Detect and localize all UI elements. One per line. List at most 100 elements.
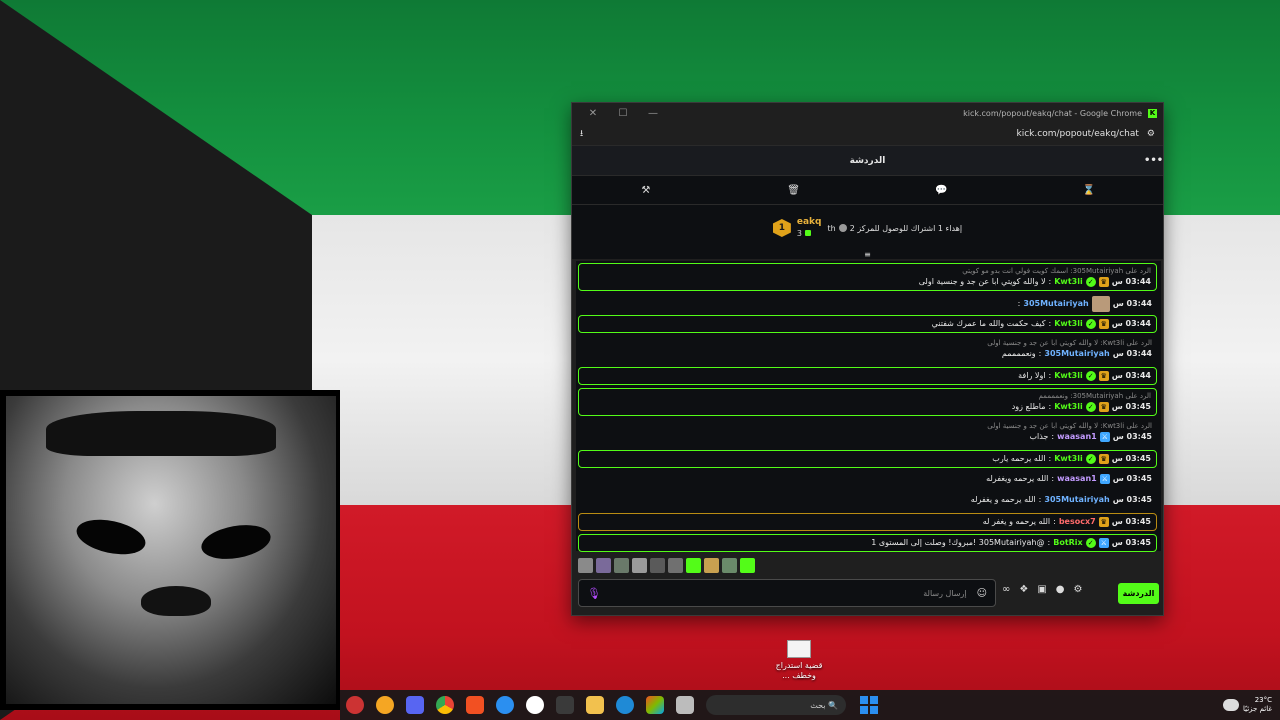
hp-icon[interactable]	[526, 696, 544, 714]
emote-image-icon	[1091, 296, 1110, 312]
emote-icon[interactable]	[596, 558, 611, 573]
mic-icon[interactable]: 🎙	[587, 587, 601, 600]
message-username[interactable]: Kwt3li	[1054, 318, 1082, 330]
chat-message[interactable]: 03:44 س ♛ ✓ Kwt3li: كيف حكمت والله ما عمرك ش…	[578, 315, 1157, 333]
app-icon-2[interactable]	[376, 696, 394, 714]
chat-message[interactable]: 03:45 س ♛ besocx7: الله يرحمه و يغفر له	[578, 513, 1157, 531]
goal-suffix: th	[827, 223, 836, 233]
message-text: الله يرحمه و يغفر له	[982, 517, 1051, 526]
message-text: ونعممممم	[1001, 349, 1036, 358]
taskbar-search[interactable]: 🔍 بحث	[706, 695, 846, 715]
file-label-line2: ... وخطف	[782, 671, 816, 680]
message-username[interactable]: Kwt3li	[1054, 453, 1082, 465]
copilot-icon[interactable]	[646, 696, 664, 714]
chat-message[interactable]: 03:45 س ♛ ✓ Kwt3li: الله يرحمه يارب	[578, 450, 1157, 468]
reply-preview[interactable]: الرد على 305Mutairiyah: ونعممممم	[584, 391, 1152, 401]
minimize-icon[interactable]: —	[638, 108, 668, 119]
chat-message[interactable]: الرد على 305Mutairiyah: ونعممممم 03:45 س ♛…	[578, 388, 1157, 416]
store-app-icon[interactable]	[556, 696, 574, 714]
reply-preview[interactable]: الرد على Kwt3li: لا والله كويتي ابا عن ج…	[583, 338, 1152, 348]
pinned-gift-goal[interactable]: 1 eakq 3 إهداء 1 اشتراك للوصول للمركز 2 …	[572, 205, 1163, 251]
chat-icon[interactable]: ●	[1056, 584, 1065, 595]
app-icon-1[interactable]	[346, 696, 364, 714]
chat-bubble-icon[interactable]: 💬	[868, 185, 1016, 196]
edge-icon[interactable]	[616, 696, 634, 714]
emote-icon[interactable]	[740, 558, 755, 573]
message-time: 03:44 س	[1112, 349, 1152, 358]
message-username[interactable]: BotRix	[1053, 537, 1082, 549]
message-username[interactable]: waasan1	[1057, 473, 1097, 485]
ellipsis-icon[interactable]: •••	[1144, 155, 1163, 166]
emote-icon[interactable]	[686, 558, 701, 573]
app-icon-5[interactable]	[466, 696, 484, 714]
message-text: الله يرحمه و يغفرله	[970, 495, 1036, 504]
maximize-icon[interactable]: ☐	[608, 108, 638, 119]
message-username[interactable]: Kwt3li	[1054, 276, 1082, 288]
address-bar[interactable]: ⭳ kick.com/popout/eakq/chat ⚙	[572, 123, 1163, 145]
message-time: 03:44 س	[1112, 299, 1152, 308]
trash-icon[interactable]: 🗑	[720, 185, 868, 196]
hourglass-icon[interactable]: ⌛	[1015, 185, 1163, 196]
send-button[interactable]: الدردشة	[1118, 583, 1159, 604]
app-icon-6[interactable]	[496, 696, 514, 714]
username-colon: :	[1048, 371, 1052, 380]
chat-message[interactable]: الرد على Kwt3li: لا والله كويتي ابا عن ج…	[578, 336, 1157, 362]
message-username[interactable]: 305Mutairiyah	[1044, 348, 1109, 360]
desktop-file-icon[interactable]: قضية استدراج ... وخطف	[770, 640, 828, 681]
message-username[interactable]: 305Mutairiyah	[1044, 494, 1109, 506]
message-text: @305Mutairiyah !مبروك! وصلت إلى المستوى …	[871, 538, 1045, 547]
emoji-icon[interactable]: ☺	[977, 588, 987, 599]
settings-icon[interactable]: ⚙	[1074, 584, 1083, 595]
message-username[interactable]: 305Mutairiyah	[1023, 298, 1088, 310]
username-colon: :	[1038, 349, 1042, 358]
discord-icon[interactable]	[406, 696, 424, 714]
emote-icon[interactable]	[650, 558, 665, 573]
hammer-icon[interactable]: ⚒	[572, 185, 720, 196]
username-colon: :	[1048, 402, 1052, 411]
message-input[interactable]: 🎙 إرسال رسالة ☺	[578, 579, 996, 607]
filter-icon[interactable]: ≡	[572, 251, 1163, 259]
message-text: الله يرحمه يارب	[992, 454, 1046, 463]
app-icon-12[interactable]	[676, 696, 694, 714]
verified-badge-icon: ✓	[1085, 538, 1096, 548]
chat-message[interactable]: 03:44 س ♛ ✓ Kwt3li: اولا رافة	[578, 367, 1157, 385]
reply-preview[interactable]: الرد على Kwt3li: لا والله كويتي ابا عن ج…	[583, 421, 1152, 431]
file-explorer-icon[interactable]	[586, 696, 604, 714]
message-text: كيف حكمت والله ما عمرك شفتني	[931, 319, 1046, 328]
subscriber-badge-icon: ⚔	[1099, 432, 1110, 442]
windows-start-icon[interactable]	[860, 696, 878, 714]
chat-messages[interactable]: الرد على 305Mutairiyah: اسمك كويت فولي ا…	[576, 261, 1161, 552]
chat-message[interactable]: 03:44 س 305Mutairiyah:	[578, 294, 1157, 314]
download-icon[interactable]: ⭳	[580, 126, 583, 142]
reply-preview[interactable]: الرد على 305Mutairiyah: اسمك كويت فولي ا…	[584, 266, 1151, 276]
message-username[interactable]: Kwt3li	[1054, 370, 1082, 382]
chat-message[interactable]: 03:45 س ⚔ waasan1: الله يرحمه ويغفرله	[578, 471, 1157, 487]
chat-message[interactable]: الرد على 305Mutairiyah: اسمك كويت فولي ا…	[578, 263, 1157, 291]
chrome-icon[interactable]	[436, 696, 454, 714]
emote-icon[interactable]	[704, 558, 719, 573]
store-icon[interactable]: ▣	[1037, 584, 1046, 595]
goal-text-row: إهداء 1 اشتراك للوصول للمركز 2 th	[827, 224, 962, 233]
weather-widget[interactable]: 23°C غائم جزئيًا	[1222, 696, 1272, 714]
chat-message[interactable]: 03:45 س 305Mutairiyah: الله يرحمه و يغفرله	[578, 492, 1157, 508]
crown-badge-icon: ♛	[1098, 402, 1109, 412]
infinity-icon[interactable]: ∞	[1002, 584, 1010, 595]
input-placeholder[interactable]: إرسال رسالة	[923, 589, 966, 598]
emote-icon[interactable]	[578, 558, 593, 573]
emote-icon[interactable]	[668, 558, 683, 573]
chrome-window[interactable]: ✕ ☐ — kick.com/popout/eakq/chat - Google…	[571, 102, 1164, 616]
emote-icon[interactable]	[614, 558, 629, 573]
window-titlebar[interactable]: ✕ ☐ — kick.com/popout/eakq/chat - Google…	[572, 103, 1163, 123]
chat-message[interactable]: الرد على Kwt3li: لا والله كويتي ابا عن ج…	[578, 419, 1157, 445]
close-icon[interactable]: ✕	[578, 108, 608, 119]
message-username[interactable]: Kwt3li	[1054, 401, 1082, 413]
message-username[interactable]: besocx7	[1059, 516, 1096, 528]
emote-icon[interactable]	[632, 558, 647, 573]
chat-message[interactable]: 03:45 س ⚔ ✓ BotRix: @305Mutairiyah !مبروك! و…	[578, 534, 1157, 552]
rewards-icon[interactable]: ❖	[1019, 584, 1028, 595]
url-text[interactable]: kick.com/popout/eakq/chat	[1017, 129, 1139, 139]
site-settings-icon[interactable]: ⚙	[1147, 129, 1155, 139]
emote-icon[interactable]	[722, 558, 737, 573]
message-username[interactable]: waasan1	[1057, 431, 1097, 443]
username-colon: :	[1047, 538, 1051, 547]
